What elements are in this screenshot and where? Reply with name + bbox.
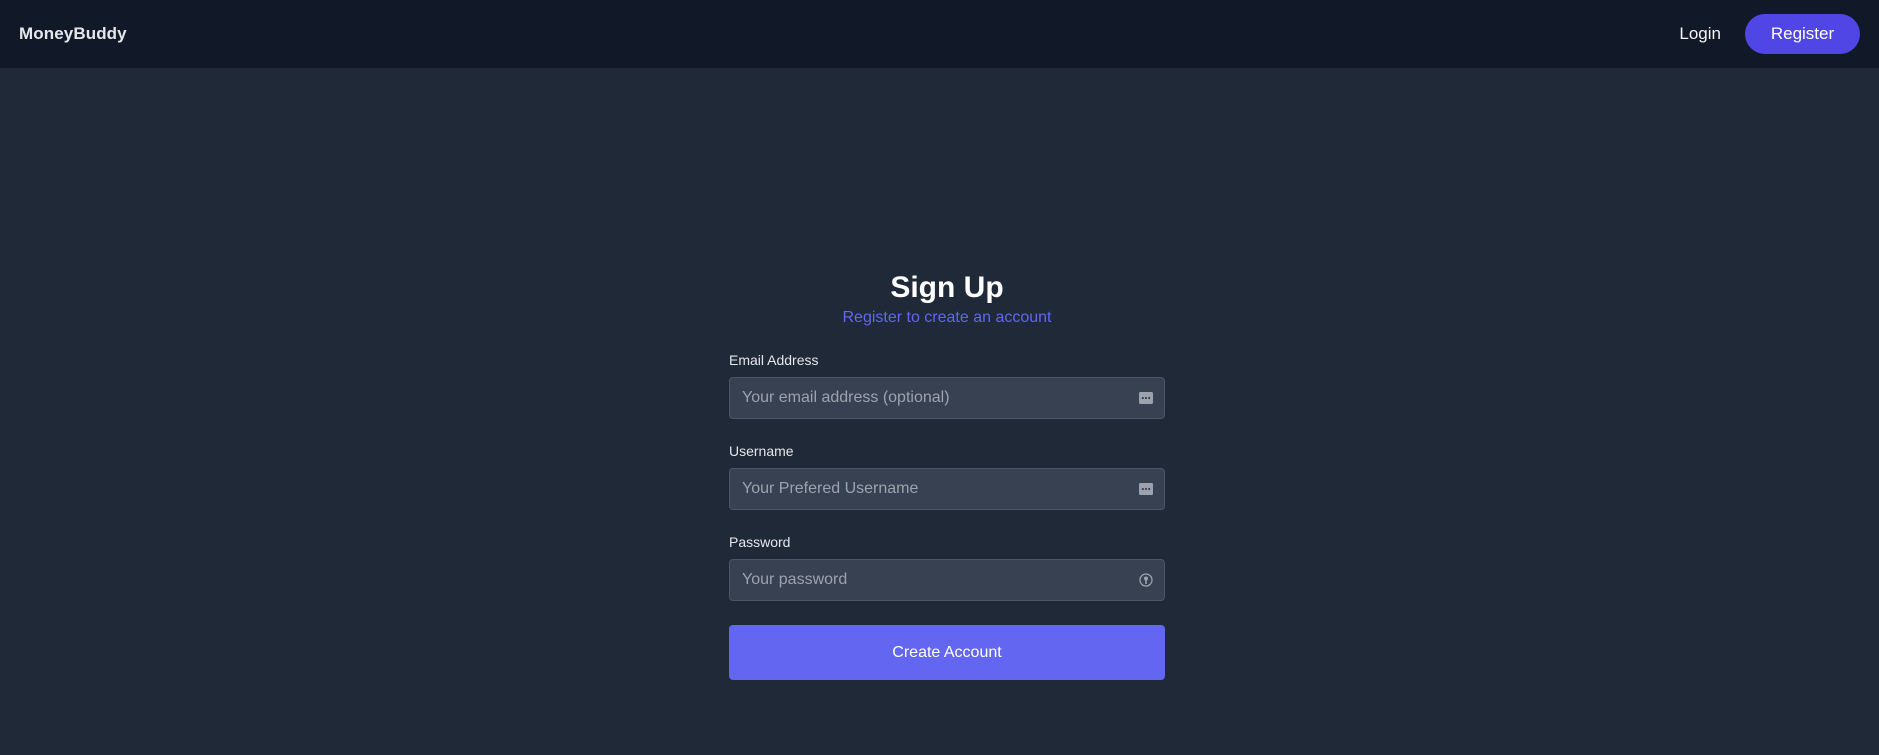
email-input-wrapper: [729, 377, 1165, 419]
key-icon[interactable]: [1139, 573, 1153, 587]
password-input[interactable]: [730, 560, 1164, 600]
create-account-button[interactable]: Create Account: [729, 625, 1165, 680]
username-input[interactable]: [730, 469, 1164, 509]
username-input-wrapper: [729, 468, 1165, 510]
email-label: Email Address: [729, 352, 819, 368]
page-subtitle: Register to create an account: [842, 309, 1052, 326]
signup-form: Sign Up Register to create an account Em…: [729, 268, 1165, 680]
page-title: Sign Up: [890, 271, 1004, 304]
username-field-group: Username: [729, 442, 1165, 510]
brand-logo[interactable]: MoneyBuddy: [19, 24, 127, 44]
username-label: Username: [729, 443, 794, 459]
email-field-group: Email Address: [729, 351, 1165, 419]
nav-actions: Login Register: [1679, 14, 1860, 54]
register-button[interactable]: Register: [1745, 14, 1860, 54]
password-input-wrapper: [729, 559, 1165, 601]
password-label: Password: [729, 534, 791, 550]
login-link[interactable]: Login: [1679, 24, 1721, 44]
email-input[interactable]: [730, 378, 1164, 418]
more-dots-icon[interactable]: [1139, 391, 1153, 405]
top-navbar: MoneyBuddy Login Register: [0, 0, 1879, 68]
password-field-group: Password: [729, 533, 1165, 601]
more-dots-icon[interactable]: [1139, 482, 1153, 496]
